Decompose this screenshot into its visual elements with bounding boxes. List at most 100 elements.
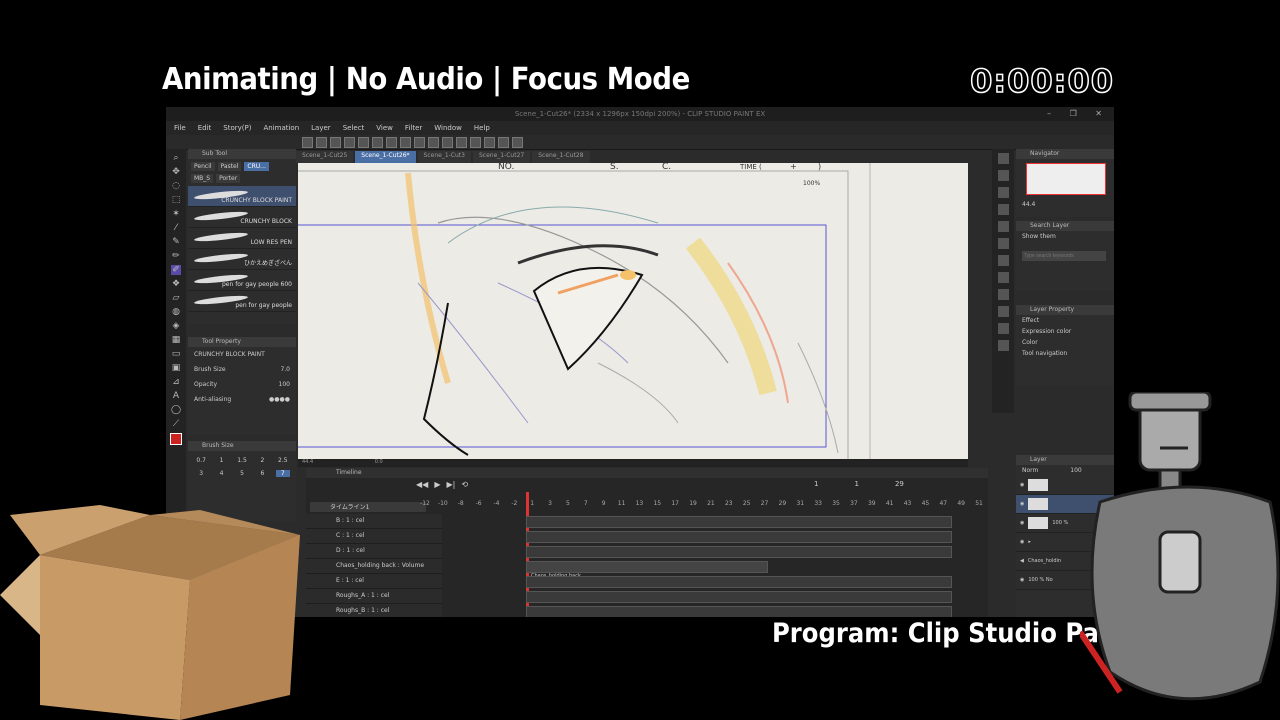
navigator-icon[interactable] bbox=[997, 170, 1009, 181]
text-icon[interactable]: A bbox=[171, 391, 181, 401]
special-ruler-icon[interactable] bbox=[484, 136, 495, 148]
canvas-area[interactable]: NO. S. C. TIME ( + ) 100% bbox=[298, 163, 968, 459]
undo-icon[interactable] bbox=[358, 136, 369, 148]
subtool-tab-porter[interactable]: Porter bbox=[216, 174, 241, 183]
window-controls[interactable]: – ❐ ✕ bbox=[1047, 107, 1110, 121]
menu-filter[interactable]: Filter bbox=[405, 121, 422, 135]
size-option[interactable]: 0.7 bbox=[194, 457, 208, 464]
size-option[interactable]: 2.5 bbox=[276, 457, 290, 464]
zoom-icon[interactable]: ⌕ bbox=[171, 153, 181, 163]
tab-scene-cut28[interactable]: Scene_1-Cut28 bbox=[532, 151, 590, 163]
track-name[interactable]: C : 1 : cel bbox=[306, 529, 442, 544]
antialias-row[interactable]: Anti-aliasing ●●●● bbox=[188, 392, 296, 407]
size-option[interactable]: 6 bbox=[255, 470, 269, 477]
timeline-ruler[interactable]: -12 -10 -8 -6 -4 -2 1 3 5 7 9 11 13 15 17 19 21 23 25 27 29 3… bbox=[416, 500, 988, 512]
invert-icon[interactable] bbox=[442, 136, 453, 148]
blend-mode-select[interactable]: Norm bbox=[1022, 467, 1038, 474]
rewind-icon[interactable]: ◀◀ bbox=[416, 480, 428, 489]
track-name[interactable]: Roughs_A : 1 : cel bbox=[306, 589, 442, 604]
export-icon[interactable] bbox=[997, 323, 1009, 334]
size-option[interactable]: 5 bbox=[235, 470, 249, 477]
clear-icon[interactable] bbox=[386, 136, 397, 148]
pencil-icon[interactable]: ✏ bbox=[171, 251, 181, 261]
eye-icon[interactable]: ◉ bbox=[1020, 539, 1024, 545]
menu-story[interactable]: Story(P) bbox=[223, 121, 251, 135]
status-zoom[interactable]: 44.4 bbox=[302, 459, 313, 465]
color-wheel-icon[interactable] bbox=[997, 238, 1009, 249]
menu-window[interactable]: Window bbox=[434, 121, 462, 135]
brush-item[interactable]: CRUNCHY BLOCK bbox=[188, 207, 296, 228]
eye-icon[interactable]: ◉ bbox=[1020, 577, 1024, 583]
expression-color-select[interactable]: Color bbox=[1016, 337, 1114, 348]
open-icon[interactable] bbox=[330, 136, 341, 148]
subtool-tab-crunchy[interactable]: CRU... bbox=[244, 162, 269, 171]
menu-layer[interactable]: Layer bbox=[311, 121, 331, 135]
ruler-snap-icon[interactable] bbox=[470, 136, 481, 148]
tab-scene-cut26[interactable]: Scene_1-Cut26* bbox=[355, 151, 416, 163]
menu-select[interactable]: Select bbox=[343, 121, 365, 135]
history-icon[interactable] bbox=[997, 221, 1009, 232]
step-icon[interactable]: ▶| bbox=[446, 480, 455, 489]
frame-icon[interactable]: ▣ bbox=[171, 363, 181, 373]
search-show-select[interactable]: Show them bbox=[1016, 231, 1114, 242]
airbrush-icon[interactable]: ❖ bbox=[171, 279, 181, 289]
fill-icon[interactable] bbox=[400, 136, 411, 148]
color-set-icon[interactable] bbox=[997, 255, 1009, 266]
subview-icon[interactable] bbox=[997, 187, 1009, 198]
cel-track-bar[interactable] bbox=[526, 546, 952, 558]
camera-icon[interactable] bbox=[302, 136, 313, 148]
navigator-thumbnail[interactable] bbox=[1026, 163, 1106, 195]
track-name[interactable]: E : 1 : cel bbox=[306, 574, 442, 589]
size-option[interactable]: 3 bbox=[194, 470, 208, 477]
wand-icon[interactable]: ✶ bbox=[171, 209, 181, 219]
antialias-dots-icon[interactable]: ●●●● bbox=[269, 396, 290, 403]
status-angle[interactable]: 0.0 bbox=[375, 459, 383, 465]
brush-item[interactable]: ひかえめぎざぺん bbox=[188, 249, 296, 270]
auto-action-icon[interactable] bbox=[997, 272, 1009, 283]
deselect-icon[interactable] bbox=[428, 136, 439, 148]
size-option[interactable]: 7 bbox=[275, 470, 290, 477]
brush-size-value[interactable]: 7.0 bbox=[280, 366, 290, 373]
redo-icon[interactable] bbox=[372, 136, 383, 148]
save-icon[interactable] bbox=[344, 136, 355, 148]
search-layer-input[interactable] bbox=[1022, 251, 1106, 261]
blend-icon[interactable]: ◍ bbox=[171, 307, 181, 317]
grid-snap-icon[interactable] bbox=[498, 136, 509, 148]
transform-icon[interactable] bbox=[414, 136, 425, 148]
loop-icon[interactable]: ⟲ bbox=[461, 480, 468, 489]
subtool-tab-pastel[interactable]: Pastel bbox=[217, 162, 242, 171]
track-name[interactable]: B : 1 : cel bbox=[306, 514, 442, 529]
tab-scene-cut3[interactable]: Scene_1-Cut3 bbox=[417, 151, 471, 163]
item-bank-icon[interactable] bbox=[997, 306, 1009, 317]
info-icon[interactable] bbox=[997, 204, 1009, 215]
timeline-selector[interactable]: タイムライン1 bbox=[310, 502, 426, 512]
gradient-icon[interactable]: ▦ bbox=[171, 335, 181, 345]
cel-track-bar[interactable] bbox=[526, 606, 952, 617]
brush-size-row[interactable]: Brush Size 7.0 bbox=[188, 362, 296, 377]
size-option[interactable]: 4 bbox=[214, 470, 228, 477]
eyedropper-icon[interactable]: ⁄ bbox=[171, 223, 181, 233]
eye-icon[interactable]: ◉ bbox=[1020, 520, 1024, 526]
cel-track-bar[interactable] bbox=[526, 516, 952, 528]
menu-file[interactable]: File bbox=[174, 121, 186, 135]
move-icon[interactable]: ✥ bbox=[171, 167, 181, 177]
navigator-zoom[interactable]: 44.4 bbox=[1016, 199, 1041, 210]
track-name[interactable]: D : 1 : cel bbox=[306, 544, 442, 559]
menu-animation[interactable]: Animation bbox=[263, 121, 299, 135]
tab-scene-cut27[interactable]: Scene_1-Cut27 bbox=[472, 151, 531, 163]
subtool-tab-mbs[interactable]: MB_S bbox=[191, 174, 214, 183]
settings-icon[interactable] bbox=[512, 136, 523, 148]
cel-track-bar[interactable] bbox=[526, 591, 952, 603]
menu-edit[interactable]: Edit bbox=[198, 121, 212, 135]
brush-item[interactable]: pen for gay people 600 bbox=[188, 270, 296, 291]
play-icon[interactable]: ▶ bbox=[434, 480, 440, 489]
subtool-tab-pencil[interactable]: Pencil bbox=[191, 162, 215, 171]
ruler-icon[interactable]: ⊿ bbox=[171, 377, 181, 387]
track-name[interactable]: Chaos_holding back : Volume bbox=[306, 559, 442, 574]
new-icon[interactable] bbox=[316, 136, 327, 148]
snap-icon[interactable] bbox=[456, 136, 467, 148]
correct-line-icon[interactable]: ⟋ bbox=[171, 419, 181, 429]
brush-item[interactable]: CRUNCHY BLOCK PAINT bbox=[188, 186, 296, 207]
quick-access-icon[interactable] bbox=[997, 289, 1009, 300]
brush-icon[interactable]: ✐ bbox=[171, 265, 181, 275]
